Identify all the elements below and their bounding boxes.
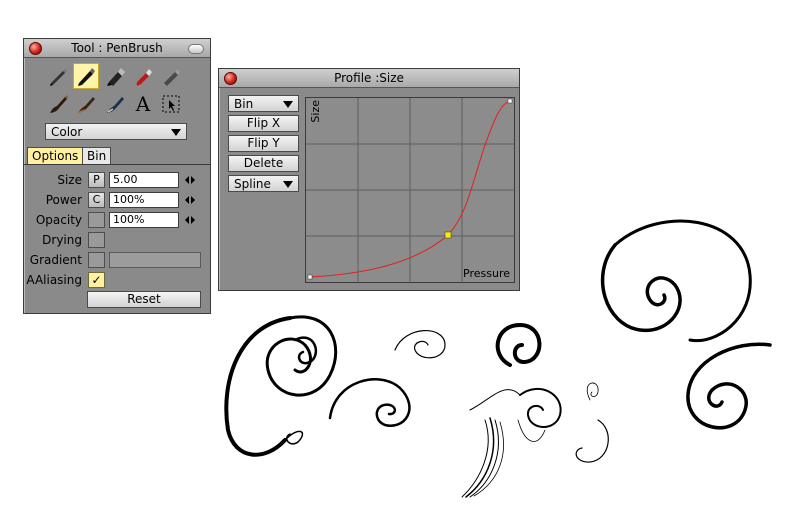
graph-y-label: Size: [309, 100, 322, 123]
gradient-label: Gradient: [29, 253, 82, 267]
crayon-icon[interactable]: [158, 63, 184, 89]
pen-icon[interactable]: [73, 63, 99, 89]
close-icon[interactable]: [29, 42, 42, 55]
delete-button[interactable]: Delete: [228, 155, 299, 172]
bin-dropdown-value: Bin: [234, 97, 254, 111]
size-mode-button[interactable]: P: [88, 172, 105, 188]
graph-grid: [306, 98, 514, 282]
tab-divider: [24, 164, 210, 165]
smudge-icon[interactable]: [73, 91, 99, 117]
tool-panel-title: Tool : PenBrush: [71, 41, 163, 55]
tool-panel: Tool : PenBrush A Color Options Bin Size…: [23, 38, 211, 314]
reset-button[interactable]: Reset: [87, 291, 201, 308]
gradient-bar[interactable]: [109, 252, 201, 268]
profile-curve-graph[interactable]: Size Pressure: [305, 97, 515, 283]
brush-icon[interactable]: [45, 91, 71, 117]
tab-options-label: Options: [32, 149, 79, 163]
gradient-checkbox[interactable]: [88, 252, 105, 268]
power-input[interactable]: 100%: [109, 192, 179, 208]
chevron-down-icon: [283, 101, 293, 108]
selection-icon[interactable]: [158, 91, 184, 117]
size-input[interactable]: 5.00: [109, 172, 179, 188]
eraser-icon[interactable]: [102, 91, 128, 117]
profile-panel-title: Profile :Size: [334, 71, 404, 85]
power-label: Power: [45, 193, 82, 207]
power-spinner-icon[interactable]: [185, 195, 197, 205]
curve-end-point[interactable]: [507, 98, 513, 104]
spline-dropdown[interactable]: Spline: [228, 175, 299, 192]
close-icon[interactable]: [224, 72, 237, 85]
opacity-input[interactable]: 100%: [109, 212, 179, 228]
text-icon[interactable]: A: [130, 91, 156, 117]
tab-bin[interactable]: Bin: [82, 147, 112, 164]
drying-label: Drying: [42, 233, 82, 247]
opacity-mode-button[interactable]: [88, 212, 105, 228]
chevron-down-icon: [283, 181, 293, 188]
aaliasing-checkbox[interactable]: ✓: [88, 272, 105, 288]
power-mode-button[interactable]: C: [88, 192, 105, 208]
checkmark-icon: ✓: [91, 273, 102, 287]
drying-checkbox[interactable]: [88, 232, 105, 248]
spline-dropdown-value: Spline: [234, 177, 271, 191]
marker-icon[interactable]: [102, 63, 128, 89]
opacity-spinner-icon[interactable]: [185, 215, 197, 225]
chevron-down-icon: [171, 129, 181, 136]
size-spinner-icon[interactable]: [185, 175, 197, 185]
tab-options[interactable]: Options: [27, 147, 84, 164]
tab-bin-label: Bin: [87, 149, 107, 163]
profile-curve-svg: [306, 98, 514, 282]
text-icon-glyph: A: [135, 92, 151, 116]
flip-x-button[interactable]: Flip X: [228, 115, 299, 132]
opacity-label: Opacity: [35, 213, 82, 227]
aaliasing-label: AAliasing: [26, 273, 82, 287]
graph-x-label: Pressure: [463, 267, 510, 280]
profile-panel-titlebar[interactable]: Profile :Size: [219, 69, 519, 88]
color-dropdown-value: Color: [51, 125, 83, 139]
curve-control-point[interactable]: [444, 231, 452, 239]
profile-panel: Profile :Size Bin Flip X Flip Y Delete S…: [218, 68, 520, 291]
size-label: Size: [57, 173, 82, 187]
flip-y-button[interactable]: Flip Y: [228, 135, 299, 152]
curve-start-point[interactable]: [307, 274, 313, 280]
bin-dropdown[interactable]: Bin: [228, 95, 299, 112]
color-dropdown[interactable]: Color: [45, 123, 187, 140]
pencil-icon[interactable]: [45, 63, 71, 89]
airbrush-icon[interactable]: [130, 63, 156, 89]
tool-panel-titlebar[interactable]: Tool : PenBrush: [24, 39, 210, 58]
collapse-icon[interactable]: [188, 44, 204, 54]
